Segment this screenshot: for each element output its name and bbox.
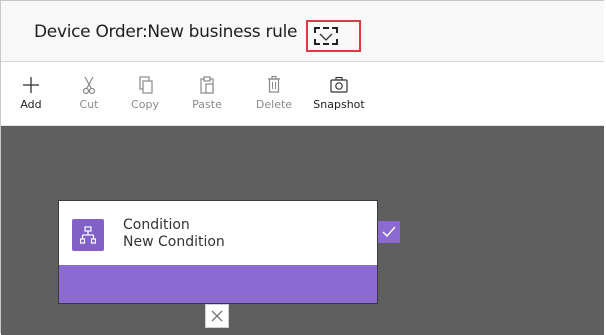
add-label: Add — [20, 98, 42, 111]
condition-drop-zone[interactable] — [59, 265, 377, 303]
checkmark-icon — [382, 226, 396, 238]
paste-icon — [187, 74, 227, 96]
condition-icon — [72, 219, 104, 251]
header: Device Order:New business rule — [1, 1, 604, 62]
toolbar: Add Cut Copy Paste Delete Snapshot — [1, 62, 604, 126]
highlight-box — [306, 20, 361, 52]
scissors-icon — [74, 74, 104, 96]
copy-label: Copy — [131, 98, 159, 111]
cut-button[interactable]: Cut — [74, 74, 104, 111]
delete-label: Delete — [255, 98, 293, 111]
condition-subtitle: New Condition — [123, 234, 225, 250]
chevron-down-icon — [319, 33, 333, 41]
snapshot-button[interactable]: Snapshot — [312, 74, 366, 111]
cut-label: Cut — [79, 98, 99, 111]
page-title: Device Order:New business rule — [34, 22, 298, 42]
paste-label: Paste — [192, 98, 222, 111]
true-branch-button[interactable] — [378, 221, 400, 243]
snapshot-label: Snapshot — [313, 98, 365, 111]
add-button[interactable]: Add — [15, 74, 47, 111]
condition-card[interactable]: Condition New Condition — [58, 200, 378, 304]
title-dropdown-button[interactable] — [314, 27, 338, 45]
condition-title: Condition — [123, 217, 190, 233]
delete-button[interactable]: Delete — [252, 74, 296, 111]
paste-button[interactable]: Paste — [187, 74, 227, 111]
camera-icon — [312, 74, 366, 96]
copy-icon — [127, 74, 163, 96]
close-icon — [211, 310, 223, 322]
false-branch-button[interactable] — [205, 304, 229, 328]
plus-icon — [15, 74, 47, 96]
trash-icon — [252, 74, 296, 96]
copy-button[interactable]: Copy — [127, 74, 163, 111]
